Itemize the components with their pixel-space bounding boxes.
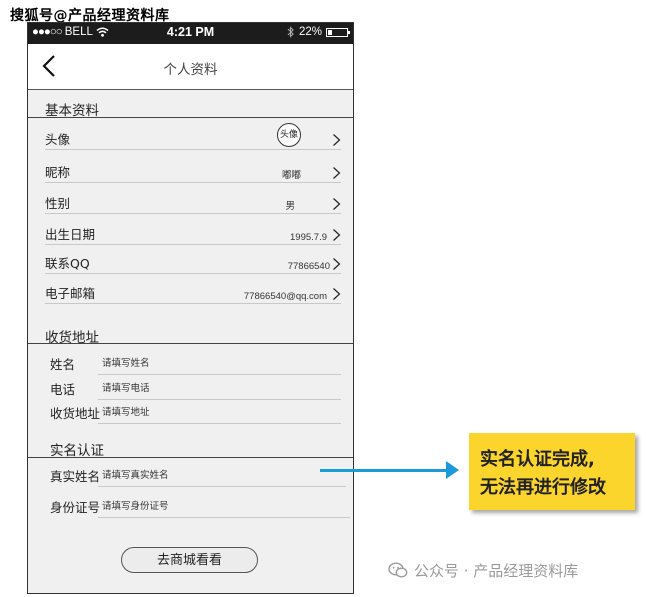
row-divider <box>45 213 341 214</box>
field-label: 身份证号 <box>50 500 101 515</box>
row-value: 1995.7.9 <box>290 232 327 243</box>
phone-screen: ●●●○○ BELL 4:21 PM 22% 个人资料 基本资料 头像 头像 昵… <box>27 22 354 594</box>
bluetooth-icon <box>287 26 294 38</box>
row-label: 出生日期 <box>45 227 96 242</box>
page-title: 个人资料 <box>163 62 218 78</box>
row-avatar[interactable]: 头像 头像 <box>45 120 341 150</box>
field-id-number: 身份证号 <box>50 496 350 518</box>
row-value: 77866540@qq.com <box>243 291 327 302</box>
note-line-1: 实名认证完成, <box>480 449 595 470</box>
field-label: 收货地址 <box>50 406 101 421</box>
avatar[interactable]: 头像 <box>277 123 301 147</box>
row-value: 77866540 <box>287 261 330 272</box>
arrow-head-icon <box>446 461 459 479</box>
chevron-right-icon <box>333 288 341 300</box>
battery-icon <box>326 27 350 37</box>
battery-fill <box>328 29 332 35</box>
go-shopping-button[interactable]: 去商城看看 <box>121 547 258 573</box>
row-label: 头像 <box>45 132 71 147</box>
chevron-right-icon <box>333 134 341 146</box>
watermark-text: 公众号 · 产品经理资料库 <box>414 562 579 580</box>
annotation-note: 实名认证完成, 无法再进行修改 <box>469 433 635 510</box>
field-label: 真实姓名 <box>50 469 101 484</box>
row-birthday[interactable]: 出生日期 1995.7.9 <box>45 215 341 245</box>
divider <box>28 117 353 118</box>
divider <box>28 457 353 458</box>
section-basic-title: 基本资料 <box>45 103 99 119</box>
wechat-icon <box>388 562 408 578</box>
field-phone: 电话 <box>50 378 341 400</box>
chevron-right-icon <box>333 258 341 270</box>
status-right: 22% <box>287 26 350 38</box>
annotation-arrow <box>320 469 446 472</box>
status-bar: ●●●○○ BELL 4:21 PM 22% <box>28 23 353 44</box>
battery-percent: 22% <box>298 26 322 38</box>
field-label: 电话 <box>50 382 76 397</box>
row-divider <box>45 303 341 304</box>
chevron-right-icon <box>333 167 341 179</box>
watermark-bottom: 公众号 · 产品经理资料库 <box>388 560 578 581</box>
row-label: 电子邮箱 <box>45 286 96 301</box>
address-input[interactable] <box>98 404 341 424</box>
real-name-input[interactable] <box>98 467 346 487</box>
row-qq[interactable]: 联系QQ 77866540 <box>45 244 341 274</box>
row-label: 昵称 <box>45 165 71 180</box>
field-label: 姓名 <box>50 357 76 372</box>
field-name: 姓名 <box>50 353 341 375</box>
row-label: 性别 <box>45 196 71 211</box>
chevron-right-icon <box>333 229 341 241</box>
id-number-input[interactable] <box>98 498 350 518</box>
row-label: 联系QQ <box>45 256 90 271</box>
note-line-2: 无法再进行修改 <box>480 477 606 498</box>
row-gender[interactable]: 性别 男 <box>45 184 341 214</box>
field-address: 收货地址 <box>50 402 341 424</box>
row-email[interactable]: 电子邮箱 77866540@qq.com <box>45 274 341 304</box>
divider <box>28 343 353 344</box>
row-divider <box>45 182 341 183</box>
nav-bar: 个人资料 <box>28 44 353 90</box>
name-input[interactable] <box>98 355 341 375</box>
section-verify-title: 实名认证 <box>50 443 104 459</box>
row-value: 嘟嘟 <box>281 170 301 181</box>
row-value: 男 <box>285 201 295 212</box>
phone-input[interactable] <box>98 380 341 400</box>
chevron-right-icon <box>333 198 341 210</box>
field-real-name: 真实姓名 <box>50 465 346 487</box>
row-nickname[interactable]: 昵称 嘟嘟 <box>45 153 341 183</box>
row-divider <box>45 149 341 150</box>
